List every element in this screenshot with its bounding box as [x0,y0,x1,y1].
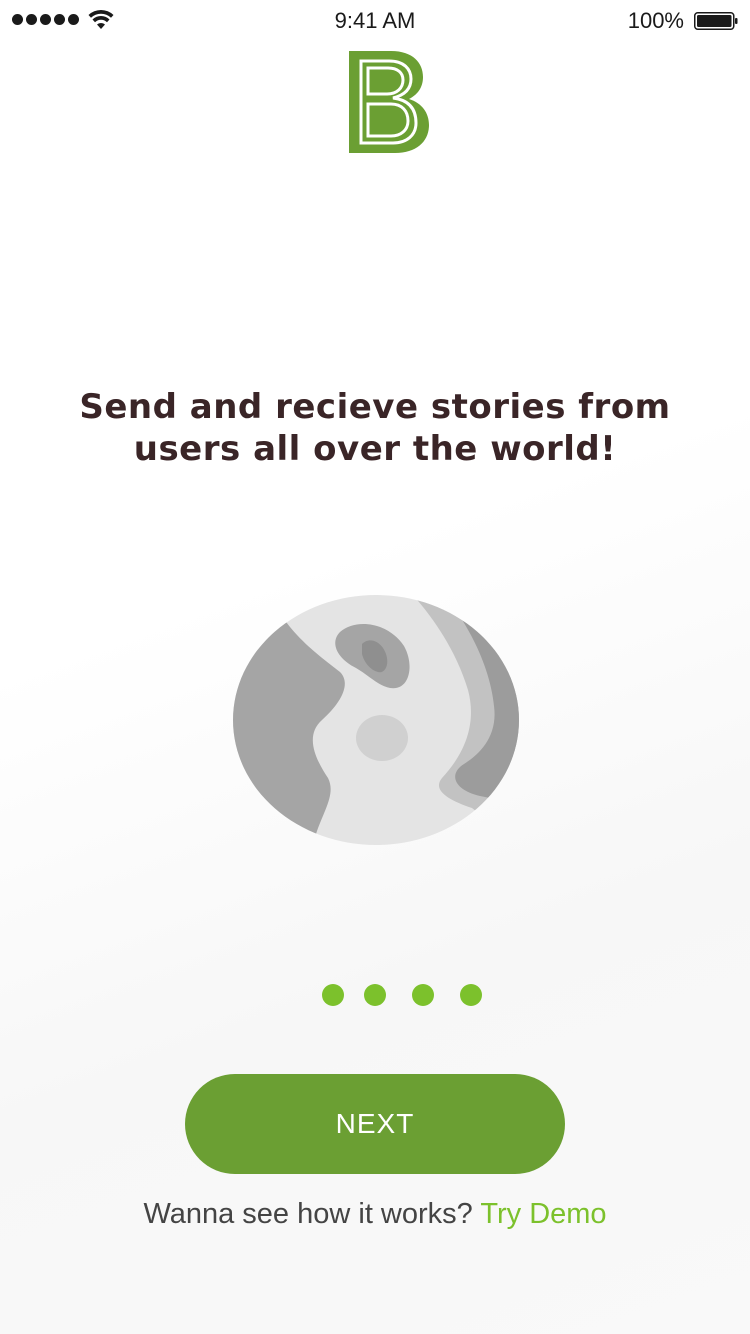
page-dot[interactable] [322,984,344,1006]
battery-percent: 100% [627,8,684,33]
demo-prompt-text: Wanna see how it works? [143,1198,473,1230]
battery-icon [694,12,738,30]
next-button[interactable]: NEXT [185,1074,565,1174]
try-demo-link[interactable]: Try Demo [480,1198,606,1230]
demo-prompt-line: Wanna see how it works? Try Demo [0,1198,750,1231]
page-indicator [0,984,750,1006]
status-bar: 9:41 AM 100% [0,0,750,40]
globe-icon [233,595,519,845]
onboarding-headline: Send and recieve stories from users all … [75,386,675,470]
page-dot[interactable] [412,984,434,1006]
headline-line-2: users all over the world! [133,429,617,469]
headline-line-1: Send and recieve stories from [79,387,671,427]
page-dot[interactable] [460,984,482,1006]
app-logo [349,51,429,153]
page-dot[interactable] [364,984,386,1006]
